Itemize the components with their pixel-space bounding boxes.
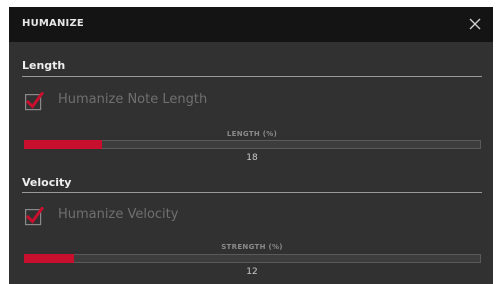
length-slider-fill — [24, 140, 102, 149]
humanize-velocity-toggle[interactable]: Humanize Velocity — [25, 206, 325, 228]
dialog-titlebar: HUMANIZE — [9, 7, 493, 42]
humanize-note-length-label: Humanize Note Length — [58, 92, 208, 107]
checkbox-checked-icon[interactable] — [25, 206, 45, 226]
checkbox-checked-icon[interactable] — [25, 91, 45, 111]
strength-slider[interactable] — [24, 254, 481, 263]
humanize-velocity-label: Humanize Velocity — [58, 207, 179, 222]
humanize-note-length-toggle[interactable]: Humanize Note Length — [25, 91, 325, 113]
velocity-section-divider — [22, 192, 482, 193]
strength-slider-caption: STRENGTH (%) — [221, 243, 283, 251]
strength-slider-fill — [24, 254, 75, 263]
length-slider-caption: LENGTH (%) — [226, 130, 278, 138]
humanize-dialog: HUMANIZE Length Humanize Note Length LEN… — [9, 7, 493, 284]
close-icon[interactable] — [466, 15, 484, 33]
dialog-title: HUMANIZE — [22, 18, 84, 29]
strength-slider-value: 12 — [246, 267, 258, 277]
length-slider-value: 18 — [246, 153, 258, 163]
length-slider[interactable] — [24, 140, 481, 149]
length-section-divider — [22, 76, 482, 77]
length-section-title: Length — [22, 59, 66, 72]
velocity-section-title: Velocity — [22, 176, 72, 189]
